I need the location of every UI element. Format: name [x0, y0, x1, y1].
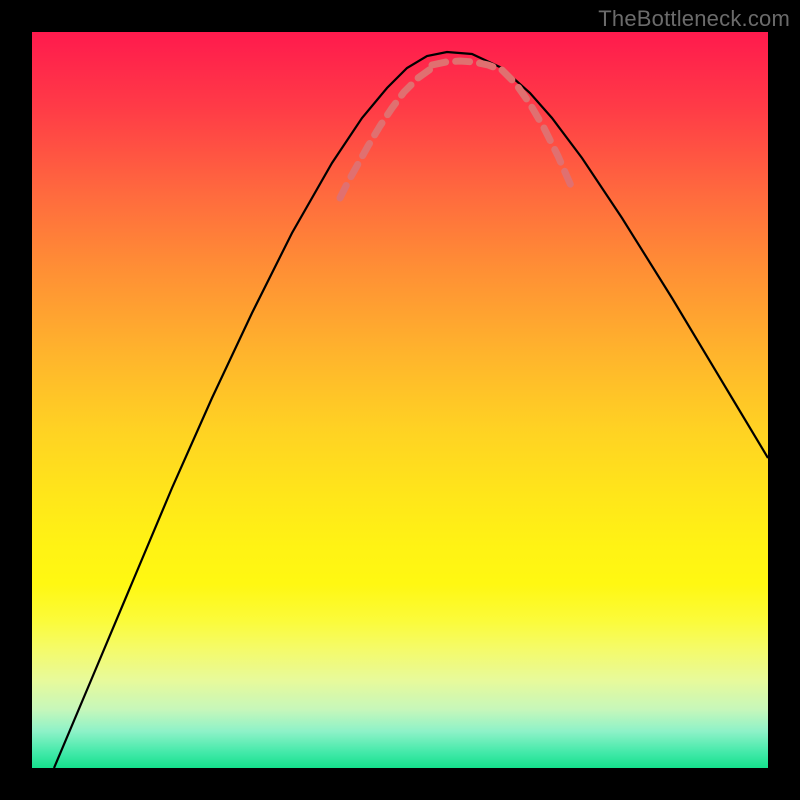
watermark-text: TheBottleneck.com	[598, 6, 790, 32]
series-group	[54, 52, 768, 768]
chart-svg	[32, 32, 768, 768]
series-curve	[54, 52, 768, 768]
chart-plot-area	[32, 32, 768, 768]
chart-frame: TheBottleneck.com	[0, 0, 800, 800]
